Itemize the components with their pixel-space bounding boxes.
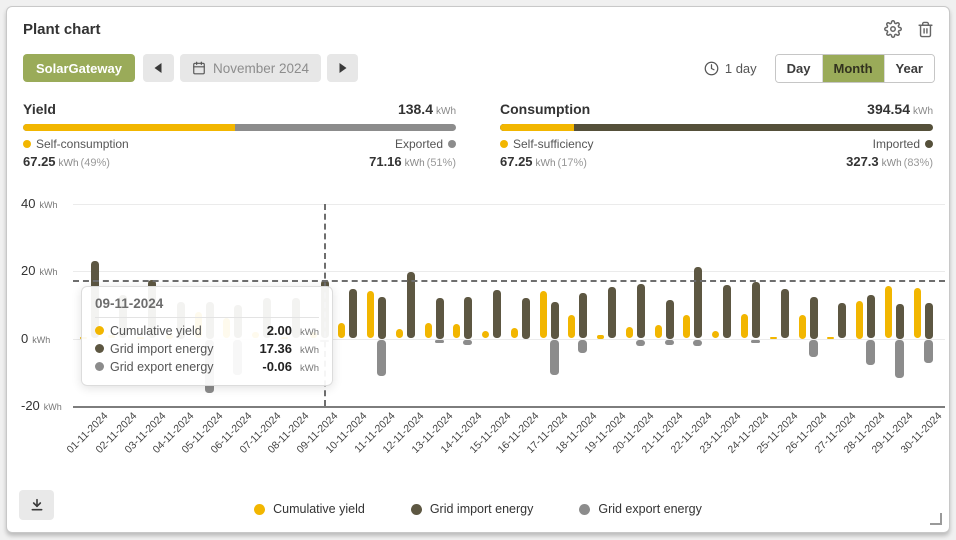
- bar-yield-21-11-2024[interactable]: [655, 325, 662, 338]
- bar-yield-28-11-2024[interactable]: [856, 301, 863, 339]
- legend-dot-icon: [579, 504, 590, 515]
- bar-export-17-11-2024[interactable]: [550, 340, 559, 375]
- legend-dot-icon: [411, 504, 422, 515]
- bar-import-20-11-2024[interactable]: [637, 284, 645, 338]
- bar-export-28-11-2024[interactable]: [866, 340, 875, 366]
- crosshair-horizontal: [73, 280, 945, 282]
- bar-yield-29-11-2024[interactable]: [885, 286, 892, 338]
- chart-tooltip: 09-11-2024 Cumulative yield2.00kWh Grid i…: [81, 286, 333, 386]
- bar-chart: 09-11-2024 Cumulative yield2.00kWh Grid i…: [7, 7, 949, 532]
- bar-yield-19-11-2024[interactable]: [597, 335, 604, 339]
- bar-import-11-11-2024[interactable]: [378, 297, 386, 339]
- bar-import-12-11-2024[interactable]: [407, 272, 415, 338]
- bar-import-25-11-2024[interactable]: [781, 289, 789, 338]
- bar-export-26-11-2024[interactable]: [809, 340, 818, 358]
- gridline--20: [73, 406, 945, 408]
- bar-export-13-11-2024[interactable]: [435, 340, 444, 343]
- bar-yield-13-11-2024[interactable]: [425, 323, 432, 338]
- bar-yield-15-11-2024[interactable]: [482, 331, 489, 338]
- y-axis-tick: 40kWh: [21, 196, 71, 211]
- bar-export-24-11-2024[interactable]: [751, 340, 760, 343]
- legend-item-grid-import-energy[interactable]: Grid import energy: [411, 502, 534, 516]
- bar-yield-10-11-2024[interactable]: [338, 323, 345, 338]
- bar-import-30-11-2024[interactable]: [925, 303, 933, 339]
- bar-export-18-11-2024[interactable]: [578, 340, 587, 353]
- bar-import-28-11-2024[interactable]: [867, 295, 875, 339]
- bar-import-13-11-2024[interactable]: [436, 298, 444, 339]
- bar-import-24-11-2024[interactable]: [752, 282, 760, 338]
- bar-import-29-11-2024[interactable]: [896, 304, 904, 339]
- plant-chart-card: Plant chart SolarGateway November 2024 1…: [6, 6, 950, 533]
- y-axis-tick: 20kWh: [21, 263, 71, 278]
- bar-export-22-11-2024[interactable]: [693, 340, 702, 347]
- bar-import-14-11-2024[interactable]: [464, 297, 472, 339]
- legend-item-cumulative-yield[interactable]: Cumulative yield: [254, 502, 365, 516]
- bar-import-21-11-2024[interactable]: [666, 300, 674, 339]
- bar-export-20-11-2024[interactable]: [636, 340, 645, 347]
- bar-export-14-11-2024[interactable]: [463, 340, 472, 345]
- bar-import-26-11-2024[interactable]: [810, 297, 818, 339]
- bar-import-23-11-2024[interactable]: [723, 285, 731, 338]
- bar-yield-17-11-2024[interactable]: [540, 291, 547, 338]
- gridline-40: [73, 204, 945, 205]
- bar-yield-14-11-2024[interactable]: [453, 324, 460, 338]
- bar-import-10-11-2024[interactable]: [349, 289, 357, 338]
- bar-import-18-11-2024[interactable]: [579, 293, 587, 338]
- bar-import-22-11-2024[interactable]: [694, 267, 702, 338]
- bar-yield-26-11-2024[interactable]: [799, 315, 806, 339]
- y-axis-tick: 0kWh: [21, 331, 71, 346]
- bar-yield-16-11-2024[interactable]: [511, 328, 518, 338]
- legend-item-grid-export-energy[interactable]: Grid export energy: [579, 502, 702, 516]
- bar-import-16-11-2024[interactable]: [522, 298, 530, 339]
- bar-yield-30-11-2024[interactable]: [914, 288, 921, 338]
- bar-import-17-11-2024[interactable]: [551, 302, 559, 339]
- bar-yield-18-11-2024[interactable]: [568, 315, 575, 338]
- bar-export-29-11-2024[interactable]: [895, 340, 904, 378]
- resize-handle[interactable]: [930, 513, 942, 525]
- bar-yield-22-11-2024[interactable]: [683, 315, 690, 338]
- bar-export-21-11-2024[interactable]: [665, 340, 674, 345]
- tooltip-date: 09-11-2024: [95, 296, 319, 318]
- legend-dot-icon: [254, 504, 265, 515]
- bar-yield-12-11-2024[interactable]: [396, 329, 403, 338]
- series-dot-icon: [95, 326, 104, 335]
- bar-import-15-11-2024[interactable]: [493, 290, 501, 338]
- bar-import-19-11-2024[interactable]: [608, 287, 616, 338]
- bar-yield-24-11-2024[interactable]: [741, 314, 748, 338]
- y-axis-tick: -20kWh: [21, 398, 71, 413]
- bar-export-11-11-2024[interactable]: [377, 340, 386, 376]
- bar-yield-23-11-2024[interactable]: [712, 331, 719, 338]
- chart-legend: Cumulative yield Grid import energy Grid e…: [7, 502, 949, 516]
- bar-import-27-11-2024[interactable]: [838, 303, 846, 338]
- series-dot-icon: [95, 344, 104, 353]
- bar-export-30-11-2024[interactable]: [924, 340, 933, 364]
- bar-yield-11-11-2024[interactable]: [367, 291, 374, 338]
- bar-yield-25-11-2024[interactable]: [770, 337, 777, 339]
- tooltip-row: Cumulative yield2.00kWh: [95, 323, 319, 338]
- bar-yield-27-11-2024[interactable]: [827, 337, 834, 339]
- tooltip-row: Grid export energy-0.06kWh: [95, 359, 319, 374]
- tooltip-row: Grid import energy17.36kWh: [95, 341, 319, 356]
- gridline-20: [73, 271, 945, 272]
- bar-yield-20-11-2024[interactable]: [626, 327, 633, 338]
- series-dot-icon: [95, 362, 104, 371]
